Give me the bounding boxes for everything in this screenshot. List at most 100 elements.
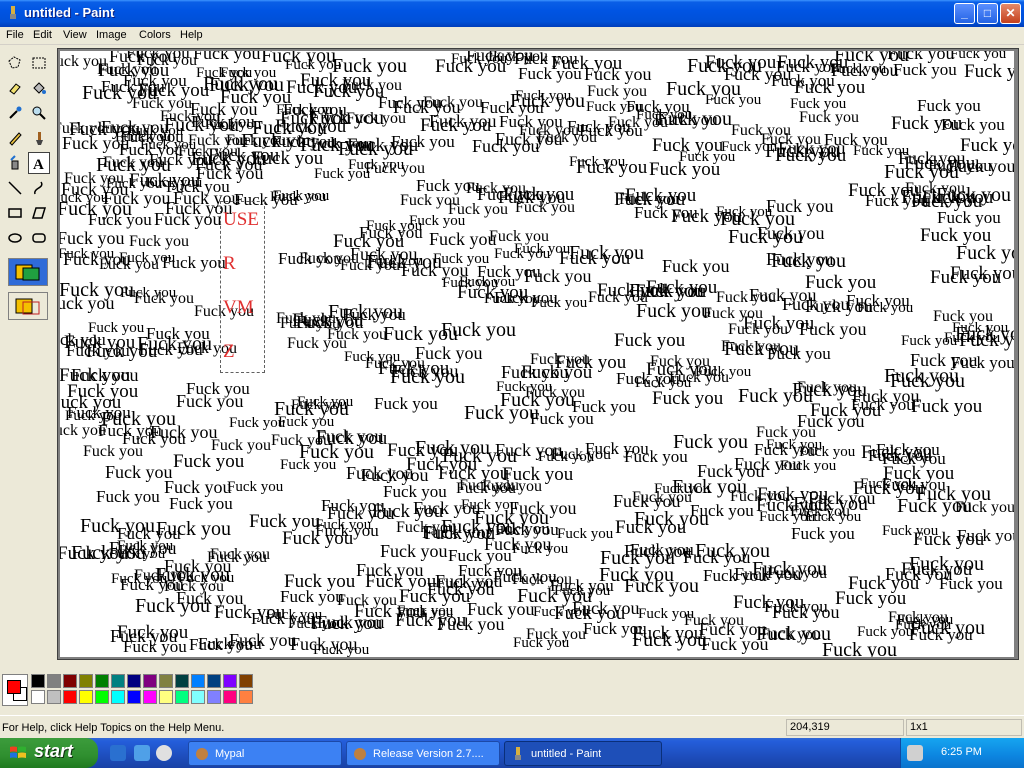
text-icon[interactable]: A (28, 152, 50, 174)
start-button[interactable]: start (0, 738, 98, 768)
scribble-text: Fuck you (123, 637, 187, 656)
color-swatch[interactable] (111, 674, 125, 688)
curve-icon[interactable] (28, 177, 50, 199)
color-swatch[interactable] (175, 674, 189, 688)
scribble-text: Fuck you (105, 462, 173, 482)
airbrush-icon[interactable] (4, 152, 26, 174)
foreground-color[interactable] (7, 680, 21, 694)
color-swatch[interactable] (143, 674, 157, 688)
color-swatch[interactable] (111, 690, 125, 704)
scribble-text: Fuck you (551, 446, 611, 463)
scribble-text: Fuck you (950, 263, 1014, 284)
color-swatch[interactable] (127, 690, 141, 704)
scribble-text: Fuck you (771, 250, 846, 272)
scribble-text: Fuck you (67, 403, 131, 422)
color-swatch[interactable] (95, 674, 109, 688)
clock: 6:25 PM (941, 746, 982, 758)
color-swatch[interactable] (79, 674, 93, 688)
color-swatch[interactable] (207, 674, 221, 688)
minimize-button[interactable]: _ (954, 3, 975, 24)
fill-icon[interactable] (28, 77, 50, 99)
task-paint[interactable]: untitled - Paint (504, 741, 662, 766)
rounded-rectangle-icon[interactable] (28, 227, 50, 249)
scribble-text: Fuck you (897, 612, 954, 628)
keyboard-icon[interactable] (907, 745, 923, 761)
menu-view[interactable]: View (63, 29, 87, 41)
scribble-text: Fuck you (917, 96, 981, 115)
scribble-text: Fuck you (514, 241, 571, 257)
color-swatch[interactable] (31, 690, 45, 704)
scribble-text: Fuck you (569, 242, 644, 264)
eraser-icon[interactable] (4, 77, 26, 99)
task-mypal[interactable]: Mypal (188, 741, 342, 766)
pencil-icon[interactable] (4, 127, 26, 149)
scribble-text: Fuck you (624, 575, 699, 597)
drawing-canvas[interactable]: Fuck you Fuck you Fuck you Fuck you Fuck you… (60, 51, 1014, 657)
scribble-text: Fuck you (96, 487, 160, 506)
scribble-text: Fuck you (342, 305, 406, 324)
scribble-text: Fuck you (297, 394, 354, 410)
select-icon[interactable] (28, 52, 50, 74)
scribble-text: Fuck you (510, 90, 585, 112)
color-swatch[interactable] (47, 690, 61, 704)
scribble-text: Fuck you (111, 571, 168, 587)
menu-edit[interactable]: Edit (33, 29, 52, 41)
svg-text:A: A (33, 157, 44, 171)
paint-app-icon (515, 747, 521, 760)
color-swatch[interactable] (207, 690, 221, 704)
scribble-text: Fuck you (99, 256, 159, 273)
brush-icon[interactable] (28, 127, 50, 149)
polygon-icon[interactable] (28, 202, 50, 224)
magnifier-icon[interactable] (28, 102, 50, 124)
scribble-text: Fuck you (502, 464, 574, 485)
menu-colors[interactable]: Colors (139, 29, 171, 41)
color-swatch[interactable] (191, 690, 205, 704)
menu-help[interactable]: Help (180, 29, 203, 41)
color-swatch[interactable] (239, 674, 253, 688)
color-swatch[interactable] (47, 674, 61, 688)
color-swatch[interactable] (175, 690, 189, 704)
close-button[interactable]: ✕ (1000, 3, 1021, 24)
color-swatch[interactable] (95, 690, 109, 704)
media-player-icon[interactable] (156, 745, 172, 761)
color-swatch[interactable] (223, 690, 237, 704)
ellipse-icon[interactable] (4, 227, 26, 249)
color-swatch[interactable] (239, 690, 253, 704)
scribble-text: Fuck you (347, 135, 419, 156)
scribble-text: Fuck you (413, 498, 481, 518)
scribble-text: Fuck you (937, 208, 1001, 227)
show-desktop-icon[interactable] (134, 745, 150, 761)
color-swatch[interactable] (159, 690, 173, 704)
color-swatch[interactable] (63, 690, 77, 704)
text-background-transparent-option[interactable] (8, 292, 48, 320)
scribble-text: Fuck you (767, 344, 831, 363)
scribble-text: Fuck you (383, 323, 458, 345)
pick-color-icon[interactable] (4, 102, 26, 124)
line-icon[interactable] (4, 177, 26, 199)
color-swatch[interactable] (143, 690, 157, 704)
status-bar: For Help, click Help Topics on the Help … (0, 715, 1024, 738)
task-release-version[interactable]: Release Version 2.7.... (346, 741, 500, 766)
scribble-text: Fuck you (249, 511, 321, 532)
paint-app-icon (10, 6, 16, 19)
scribble-text: Fuck you (123, 71, 187, 90)
menu-image[interactable]: Image (96, 29, 127, 41)
internet-explorer-icon[interactable] (110, 745, 126, 761)
color-palette (0, 668, 1024, 712)
maximize-button[interactable]: □ (977, 3, 998, 24)
free-form-select-icon[interactable] (4, 52, 26, 74)
color-swatch[interactable] (191, 674, 205, 688)
text-background-opaque-option[interactable] (8, 258, 48, 286)
scribble-text: Fuck you (901, 333, 958, 349)
color-swatch[interactable] (63, 674, 77, 688)
menu-file[interactable]: File (6, 29, 24, 41)
color-swatch[interactable] (79, 690, 93, 704)
color-swatch[interactable] (127, 674, 141, 688)
scribble-text: Fuck you (957, 526, 1014, 545)
rectangle-icon[interactable] (4, 202, 26, 224)
scribble-text: Fuck you (176, 588, 244, 608)
color-swatch[interactable] (31, 674, 45, 688)
color-swatch[interactable] (159, 674, 173, 688)
color-swatch[interactable] (223, 674, 237, 688)
scribble-text: Fuck you (496, 379, 553, 395)
